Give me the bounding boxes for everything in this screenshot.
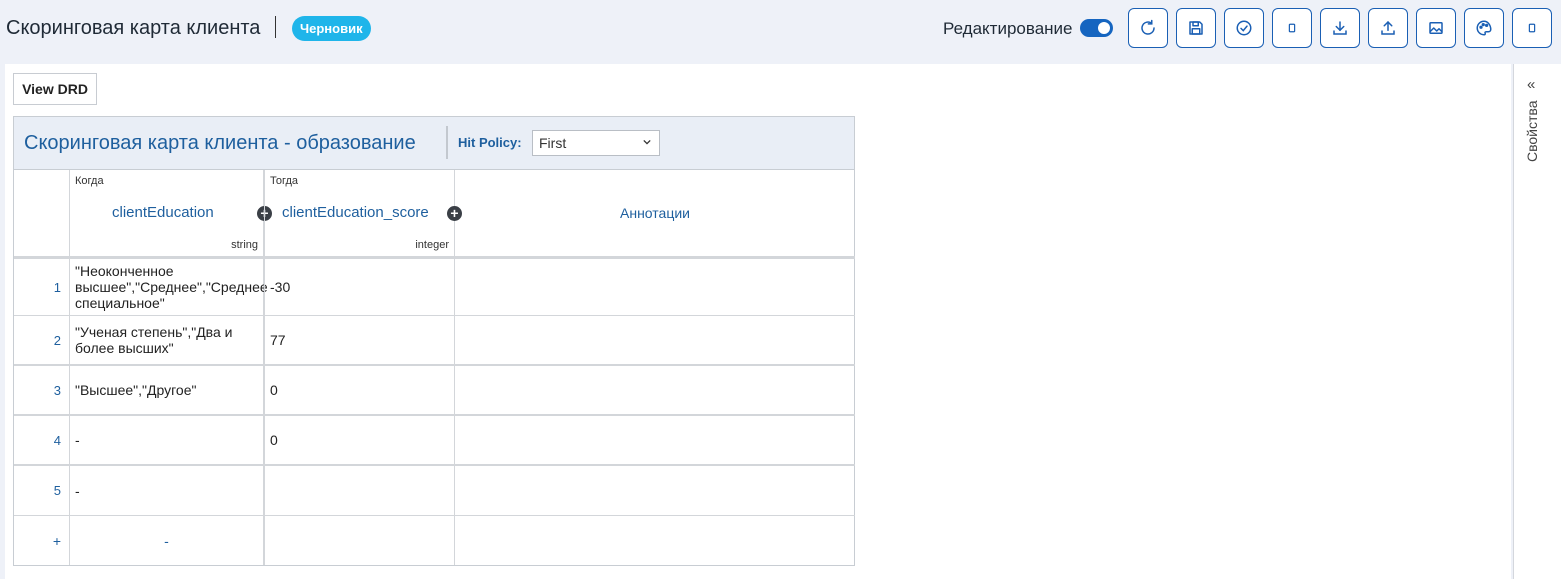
annotations-header-label: Аннотации <box>620 205 690 221</box>
input-column-type: string <box>231 239 258 251</box>
annotations-header[interactable]: Аннотации <box>455 170 855 257</box>
hit-policy-label: Hit Policy: <box>458 135 522 150</box>
row-number[interactable]: 4 <box>14 416 70 466</box>
row-number-header <box>14 170 70 257</box>
check-icon <box>1236 20 1252 36</box>
output-section-label: Тогда <box>270 175 299 187</box>
annotation-cell[interactable] <box>455 466 855 516</box>
decision-table: Скоринговая карта клиента - образование … <box>13 116 855 566</box>
output-column-type: integer <box>415 239 449 251</box>
edit-mode-toggle[interactable] <box>1080 19 1113 37</box>
add-row-button[interactable]: + <box>14 516 70 565</box>
expand-panel-icon[interactable]: « <box>1527 76 1535 93</box>
view-drd-button[interactable]: View DRD <box>13 73 97 105</box>
output-cell[interactable] <box>264 466 455 516</box>
annotation-cell[interactable] <box>455 316 855 366</box>
page-title: Скоринговая карта клиента <box>6 17 261 39</box>
row-number[interactable]: 5 <box>14 466 70 516</box>
input-column-name[interactable]: clientEducation <box>112 204 214 221</box>
refresh-icon <box>1141 19 1155 35</box>
input-column-header[interactable]: Когда clientEducation string <box>70 170 264 257</box>
output-column-header[interactable]: Тогда clientEducation_score integer <box>264 170 455 257</box>
toolbar-button-4[interactable] <box>1272 8 1312 48</box>
input-cell[interactable]: "Высшее","Другое" <box>70 366 264 416</box>
input-cell[interactable]: "Ученая степень","Два и более высших" <box>70 316 264 366</box>
save-button[interactable] <box>1176 8 1216 48</box>
upload-icon <box>1381 20 1395 35</box>
row-number[interactable]: 3 <box>14 366 70 416</box>
input-cell-text: - <box>75 482 80 499</box>
image-icon <box>1429 22 1443 34</box>
row-number[interactable]: 2 <box>14 316 70 366</box>
add-row-annotation-cell[interactable] <box>455 516 855 565</box>
output-cell[interactable]: 0 <box>264 416 455 466</box>
download-icon <box>1333 21 1347 35</box>
blank-icon <box>1288 23 1296 33</box>
output-column-name[interactable]: clientEducation_score <box>282 204 429 221</box>
properties-panel-label[interactable]: Свойства <box>1524 100 1540 162</box>
download-button[interactable] <box>1320 8 1360 48</box>
chevron-down-icon <box>643 139 651 145</box>
output-cell-text: 0 <box>270 432 278 448</box>
header-divider <box>446 126 448 159</box>
export-image-button[interactable] <box>1416 8 1456 48</box>
save-icon <box>1189 21 1203 35</box>
decision-table-header: Скоринговая карта клиента - образование … <box>14 117 854 170</box>
input-cell-text: "Ученая степень","Два и более высших" <box>75 324 233 356</box>
output-cell-text: 77 <box>270 332 286 348</box>
palette-icon <box>1476 20 1492 36</box>
decision-table-name[interactable]: Скоринговая карта клиента - образование <box>24 132 416 155</box>
upload-button[interactable] <box>1368 8 1408 48</box>
hit-policy-value: First <box>539 135 567 151</box>
refresh-button[interactable] <box>1128 8 1168 48</box>
toolbar-button-9[interactable] <box>1512 8 1552 48</box>
annotation-cell[interactable] <box>455 366 855 416</box>
input-cell-text: - <box>75 432 80 448</box>
status-badge: Черновик <box>292 16 371 41</box>
input-cell[interactable]: - <box>70 466 264 516</box>
title-divider <box>275 16 276 38</box>
theme-button[interactable] <box>1464 8 1504 48</box>
output-cell[interactable]: 0 <box>264 366 455 416</box>
output-cell-text: -30 <box>270 279 291 295</box>
add-row-input-cell[interactable]: - <box>70 516 264 565</box>
output-cell-text: 0 <box>270 382 278 398</box>
input-cell-text: "Неоконченное высшее","Среднее","Среднее… <box>75 263 268 311</box>
hit-policy-select[interactable]: First <box>532 130 660 156</box>
edit-mode-label: Редактирование <box>943 19 1073 38</box>
add-row-output-cell[interactable] <box>264 516 455 565</box>
input-cell[interactable]: - <box>70 416 264 466</box>
input-cell[interactable]: "Неоконченное высшее","Среднее","Среднее… <box>70 257 268 316</box>
row-number[interactable]: 1 <box>14 257 70 316</box>
blank-icon <box>1528 23 1536 33</box>
output-cell[interactable]: -30 <box>264 257 455 316</box>
top-header: Скоринговая карта клиента Черновик Редак… <box>0 0 1561 58</box>
input-cell-text: "Высшее","Другое" <box>75 382 197 398</box>
input-section-label: Когда <box>75 175 104 187</box>
annotation-cell[interactable] <box>455 416 855 466</box>
annotation-cell[interactable] <box>455 257 855 316</box>
output-cell[interactable]: 77 <box>264 316 455 366</box>
validate-button[interactable] <box>1224 8 1264 48</box>
